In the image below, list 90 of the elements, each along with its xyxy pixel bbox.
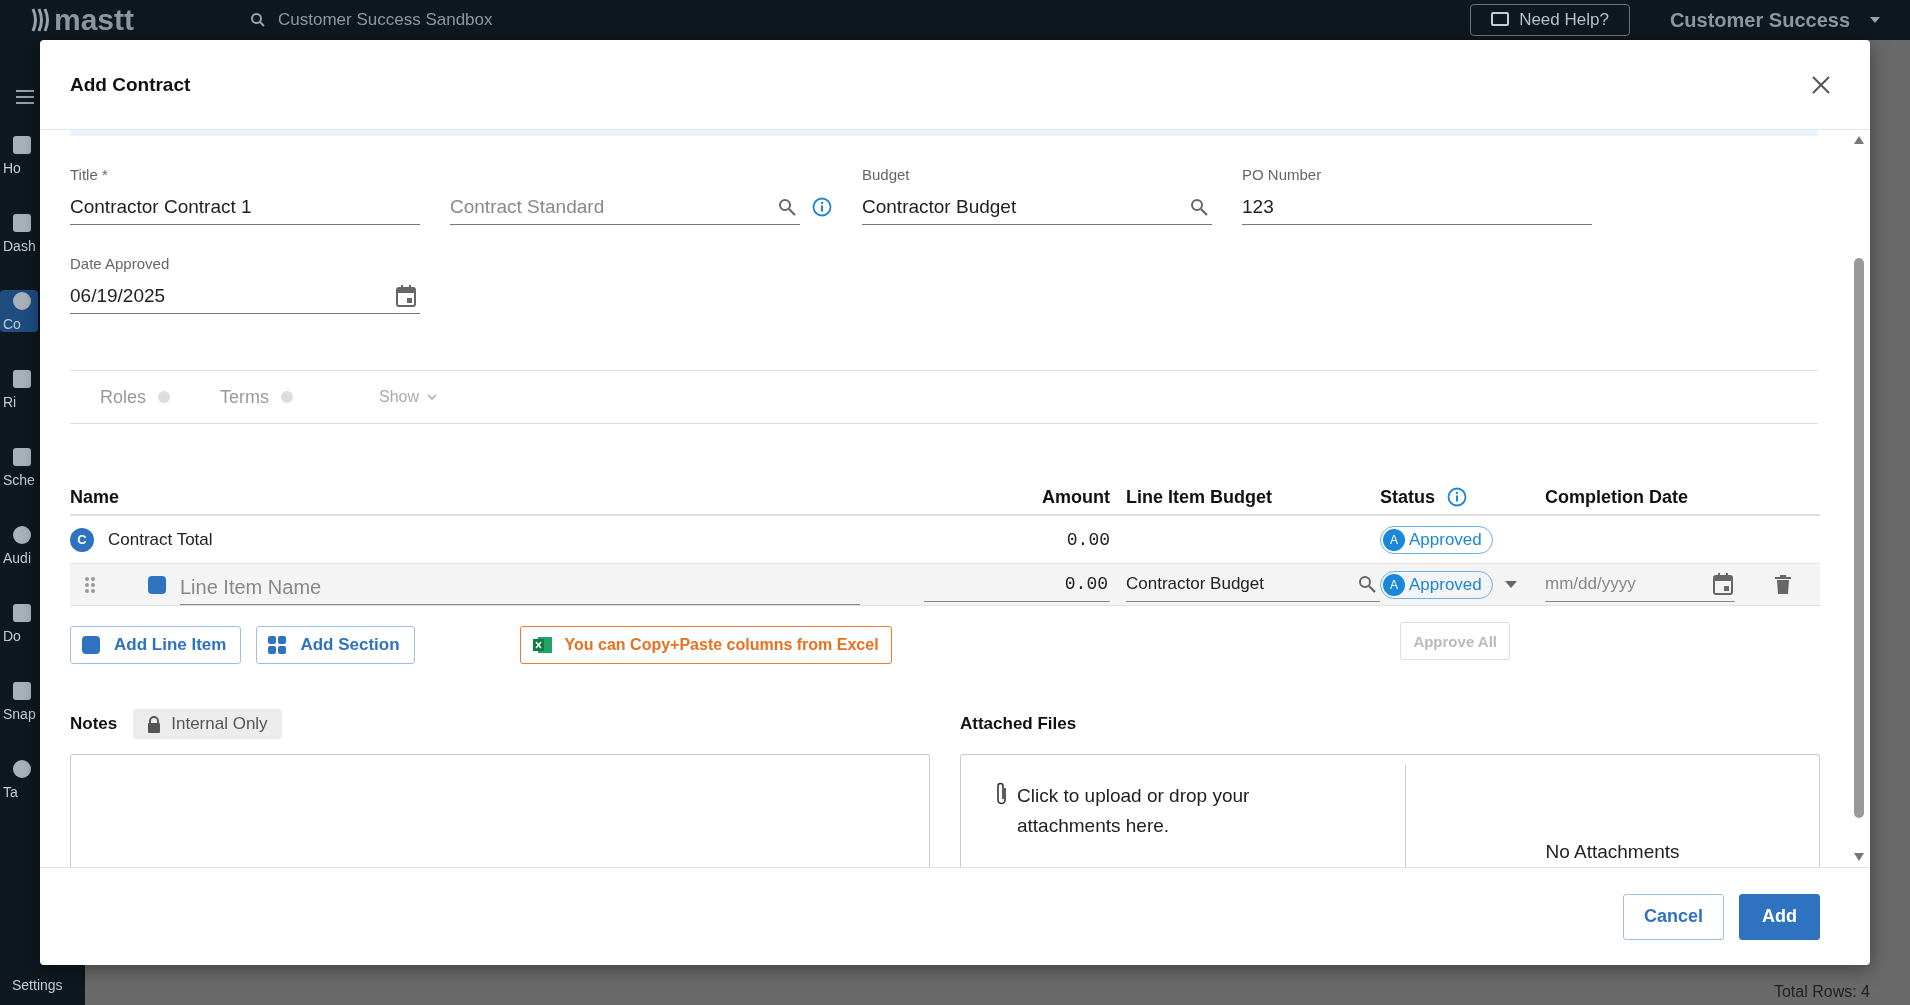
spreadsheet-icon	[532, 636, 553, 654]
scroll-up-icon[interactable]	[1854, 136, 1864, 144]
column-header: Amount	[1042, 486, 1110, 508]
nav-icon	[11, 134, 33, 156]
nav-icon	[11, 290, 33, 312]
search-icon	[250, 12, 266, 28]
logo-icon	[30, 7, 50, 33]
text-input[interactable]: Contract Standard	[450, 195, 778, 218]
close-button[interactable]	[1812, 75, 1830, 94]
lookup-field[interactable]: Contract Standard	[450, 189, 800, 225]
field-label: PO Number	[1242, 166, 1323, 183]
column-header: Status	[1380, 486, 1435, 508]
sidebar-item[interactable]: Ta	[0, 758, 38, 800]
caret-icon	[1870, 17, 1880, 23]
date-field[interactable]: 06/19/2025	[70, 278, 420, 314]
dialog-title: Add Contract	[70, 73, 191, 96]
nav-icon	[11, 446, 33, 468]
nav-icon	[11, 602, 33, 624]
field-label: Title *	[70, 166, 109, 183]
text-input[interactable]: 123	[1242, 195, 1588, 218]
empty-message: No Attachments	[1545, 841, 1680, 863]
sidebar-item[interactable]: Dash	[0, 212, 38, 254]
text-input[interactable]: 06/19/2025	[70, 284, 396, 307]
search-icon[interactable]	[1358, 575, 1376, 593]
amount-field[interactable]: 0.00	[924, 567, 1110, 602]
row-name: Contract Total	[108, 529, 213, 550]
help-button[interactable]: Need Help?	[1470, 4, 1630, 36]
upload-area[interactable]: Click to upload or drop your attachments here.	[961, 765, 1406, 867]
chevron-icon	[427, 393, 438, 401]
paperclip-icon	[995, 781, 1009, 807]
notes-field[interactable]	[70, 754, 930, 867]
nav-icon	[11, 368, 33, 390]
text-field[interactable]: 123	[1242, 189, 1592, 225]
workspace-name: Customer Success Sandbox	[278, 10, 493, 30]
column-header: Line Item Budget	[1126, 486, 1272, 507]
field-label: Date Approved	[70, 255, 171, 272]
nav-icon	[11, 524, 33, 546]
attached-files-heading: Attached Files	[960, 714, 1077, 734]
menu-icon[interactable]	[16, 90, 34, 104]
sidebar-item[interactable]: Ri	[0, 368, 38, 410]
avatar-badge: C	[70, 527, 94, 552]
nav-icon	[11, 758, 33, 780]
sidebar-item[interactable]: Ho	[0, 134, 38, 176]
lock-icon	[147, 715, 162, 733]
add-button[interactable]: Add Section	[256, 626, 415, 664]
calendar-icon[interactable]	[1713, 573, 1733, 595]
nav-icon	[11, 212, 33, 234]
cancel-button[interactable]: Cancel	[1622, 893, 1724, 940]
line-item-row[interactable]: Line Item Name 0.00 Contractor Budget A Approved mm/dd/yyyy	[70, 564, 1820, 606]
total-rows: Total Rows: 4	[1773, 983, 1870, 1001]
nav-icon	[11, 680, 33, 702]
grid-icon	[268, 636, 287, 654]
sidebar-item[interactable]: Do	[0, 602, 38, 644]
column-header: Name	[70, 486, 120, 508]
scroll-down-icon[interactable]	[1854, 853, 1864, 861]
internal-only-chip: Internal Only	[133, 709, 282, 739]
add-button[interactable]: Add Line Item	[70, 626, 242, 664]
line-item-name-field[interactable]: Line Item Name	[180, 570, 860, 605]
column-header: Completion Date	[1545, 486, 1688, 507]
add-button[interactable]: Add	[1739, 893, 1820, 940]
search-icon[interactable]	[1190, 197, 1208, 216]
completion-date-field[interactable]: mm/dd/yyyy	[1545, 567, 1735, 602]
search-icon[interactable]	[778, 197, 796, 216]
drag-handle-icon[interactable]	[84, 575, 96, 594]
settings-item[interactable]: Settings	[0, 977, 85, 993]
info-icon[interactable]	[1447, 487, 1467, 507]
dropdown-caret-icon[interactable]	[1504, 581, 1517, 588]
notes-heading: Notes	[70, 714, 118, 734]
chat-icon	[1491, 12, 1510, 28]
lookup-field[interactable]: Contractor Budget	[862, 189, 1212, 225]
date-input[interactable]: mm/dd/yyyy	[1545, 574, 1713, 594]
calendar-icon[interactable]	[396, 284, 416, 307]
field-label: Budget	[862, 166, 911, 183]
sidebar-item[interactable]: Co	[0, 290, 38, 332]
text-field[interactable]: Contractor Contract 1	[70, 189, 420, 225]
text-input[interactable]: Contractor Budget	[862, 195, 1190, 218]
info-icon[interactable]	[812, 197, 832, 217]
scrollbar-thumb[interactable]	[1854, 258, 1864, 818]
sidebar-item[interactable]: Sche	[0, 446, 38, 488]
square-icon	[82, 636, 100, 654]
logo-text: mastt	[54, 3, 135, 37]
budget-field[interactable]: Contractor Budget	[1126, 567, 1380, 602]
sidebar-item[interactable]: Audi	[0, 524, 38, 566]
amount-value: 0.00	[1066, 529, 1110, 550]
sidebar-item[interactable]: Snap	[0, 680, 38, 722]
text-input[interactable]: Contractor Contract 1	[70, 195, 416, 218]
delete-icon[interactable]	[1774, 575, 1791, 594]
account-menu[interactable]: Customer Success	[1669, 8, 1850, 32]
square-icon	[148, 575, 166, 594]
close-icon	[1812, 75, 1830, 94]
